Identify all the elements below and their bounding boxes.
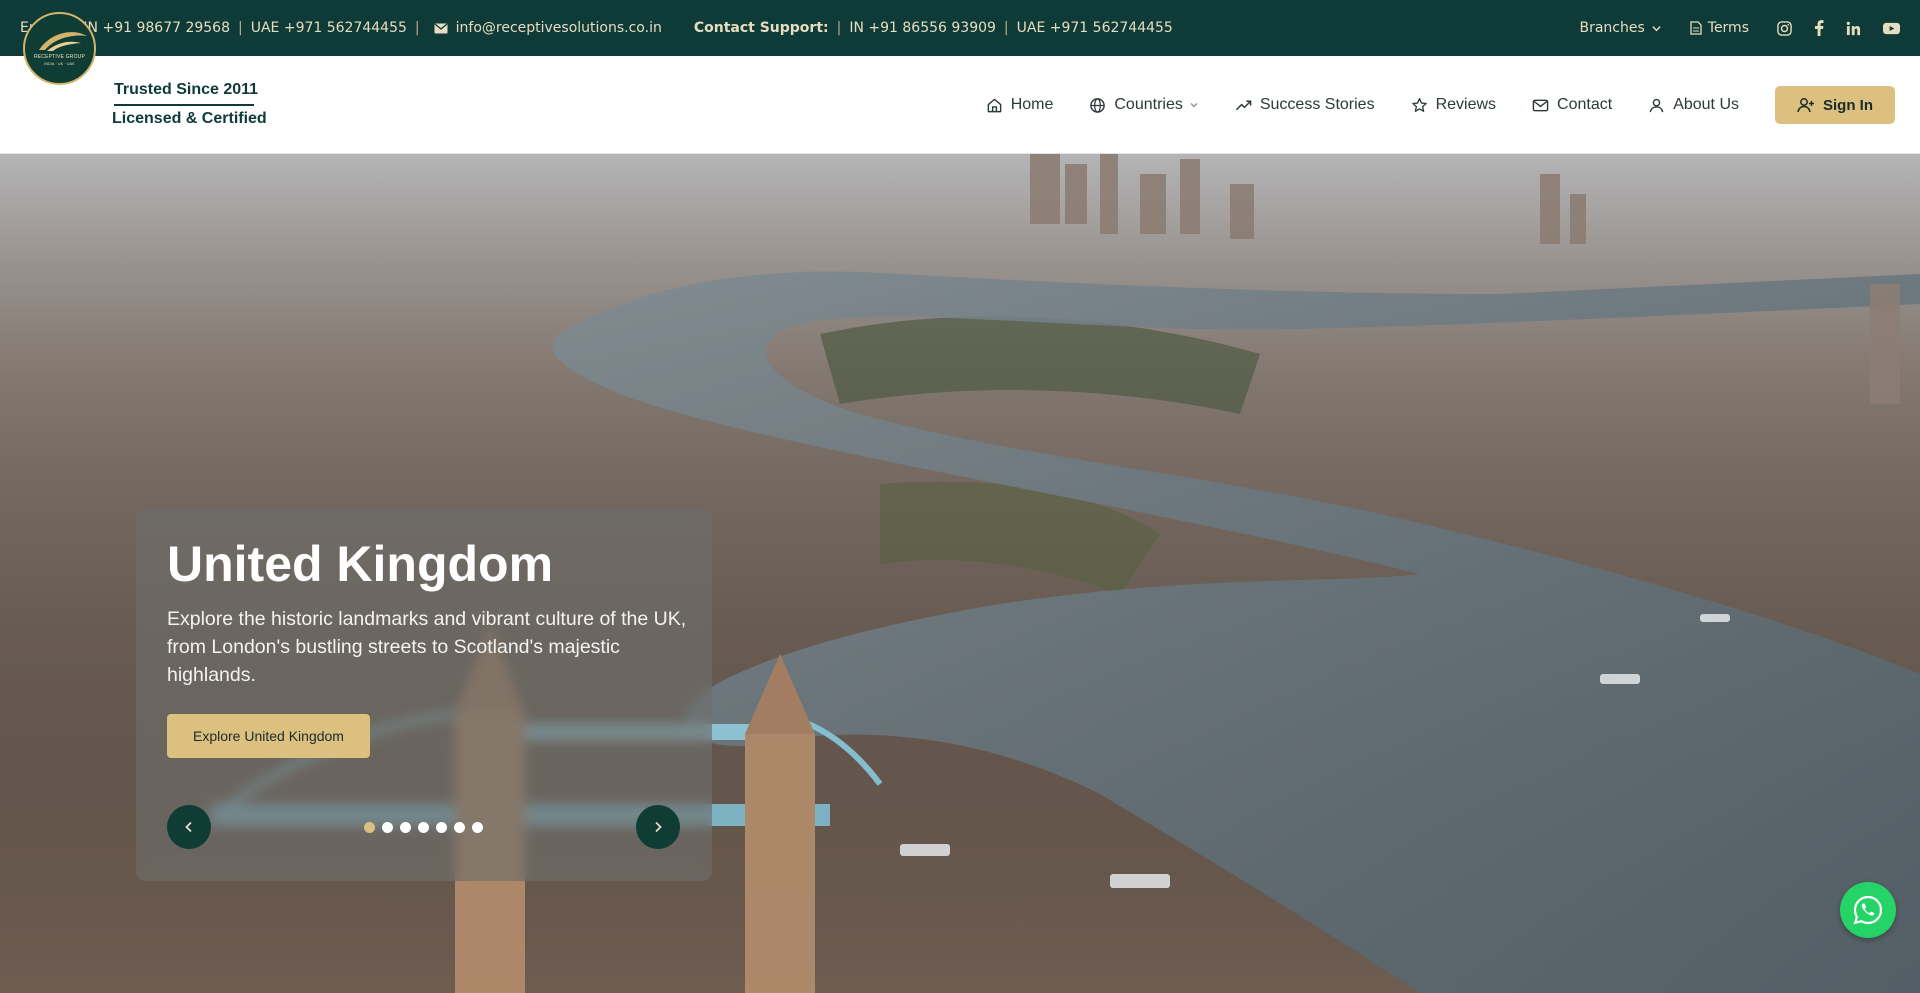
nav-reviews[interactable]: Reviews <box>1411 96 1496 114</box>
sign-in-label: Sign In <box>1823 96 1873 114</box>
star-icon <box>1411 97 1427 112</box>
support-label: Contact Support: <box>693 20 829 36</box>
carousel-dot[interactable] <box>364 822 375 833</box>
nav-home[interactable]: Home <box>986 96 1054 114</box>
facebook-icon[interactable] <box>1814 20 1824 36</box>
separator: | <box>238 20 243 36</box>
carousel-next-button[interactable] <box>636 805 680 849</box>
chevron-down-icon <box>1652 25 1661 31</box>
slide-description: Explore the historic landmarks and vibra… <box>167 608 687 686</box>
terms-link[interactable]: Terms <box>1690 20 1749 36</box>
carousel-dot[interactable] <box>436 822 447 833</box>
separator: | <box>836 20 842 36</box>
slide-title: United Kingdom <box>167 536 554 592</box>
terms-label: Terms <box>1707 20 1749 36</box>
youtube-icon[interactable] <box>1883 22 1900 35</box>
logo-subtext: INDIA · UK · UAE <box>44 62 75 66</box>
trust-divider <box>114 104 254 106</box>
sign-in-button[interactable]: Sign In <box>1775 86 1895 124</box>
whatsapp-chat-button[interactable] <box>1840 882 1896 938</box>
carousel-dot[interactable] <box>472 822 483 833</box>
user-plus-icon <box>1797 98 1814 113</box>
mail-icon <box>434 23 448 33</box>
support-phone-in[interactable]: IN +91 86556 93909 <box>849 20 996 36</box>
carousel-dots <box>364 822 483 833</box>
nav-countries-label: Countries <box>1114 96 1183 113</box>
email-text: info@receptivesolutions.co.in <box>455 20 662 36</box>
explore-button[interactable]: Explore United Kingdom <box>167 714 370 758</box>
instagram-icon[interactable] <box>1777 20 1792 36</box>
chevron-right-icon <box>655 821 662 833</box>
nav-contact-label: Contact <box>1557 96 1613 113</box>
linkedin-icon[interactable] <box>1846 21 1861 36</box>
support-phone-uae[interactable]: UAE +971 562744455 <box>1017 20 1173 36</box>
nav-about-label: About Us <box>1673 96 1739 113</box>
carousel-dot[interactable] <box>418 822 429 833</box>
trust-badge-line2: Licensed & Certified <box>112 110 267 127</box>
nav-contact[interactable]: Contact <box>1532 96 1612 114</box>
logo-text: RECEPTIVE GROUP <box>33 54 86 60</box>
home-icon <box>987 98 1002 112</box>
whatsapp-icon <box>1853 895 1883 925</box>
nav-about-us[interactable]: About Us <box>1648 96 1739 114</box>
chevron-left-icon <box>185 821 192 833</box>
nav-success-stories[interactable]: Success Stories <box>1235 96 1375 114</box>
branches-label: Branches <box>1579 20 1645 36</box>
enquiry-phone-in[interactable]: IN +91 98677 29568 <box>83 20 230 36</box>
nav-home-label: Home <box>1010 96 1054 113</box>
chevron-down-icon <box>1190 103 1198 108</box>
separator: | <box>1003 20 1009 36</box>
globe-icon <box>1090 97 1106 113</box>
carousel-dot[interactable] <box>382 822 393 833</box>
nav-reviews-label: Reviews <box>1435 96 1497 113</box>
carousel-prev-button[interactable] <box>167 805 211 849</box>
nav-countries[interactable]: Countries <box>1089 96 1198 114</box>
separator: | <box>414 20 420 36</box>
carousel-dot[interactable] <box>454 822 465 833</box>
trust-badge-line1: Trusted Since 2011 <box>114 81 259 98</box>
hero-section: United Kingdom Explore the historic land… <box>0 154 1920 993</box>
document-icon <box>1690 21 1702 35</box>
main-nav: Home Countries Success Stories Reviews C… <box>986 86 1895 124</box>
mail-icon <box>1532 99 1549 111</box>
nav-success-label: Success Stories <box>1259 96 1375 113</box>
carousel-dot[interactable] <box>400 822 411 833</box>
top-contact-bar: Enquiry IN +91 98677 29568 | UAE +971 56… <box>0 0 1920 56</box>
email-link[interactable]: info@receptivesolutions.co.in <box>434 20 662 36</box>
hero-slide-card: United Kingdom Explore the historic land… <box>136 509 712 881</box>
branches-dropdown[interactable]: Branches <box>1579 20 1661 36</box>
trending-up-icon <box>1235 99 1252 110</box>
enquiry-phone-uae[interactable]: UAE +971 562744455 <box>251 20 407 36</box>
company-logo[interactable]: RECEPTIVE GROUP INDIA · UK · UAE <box>23 12 96 85</box>
user-icon <box>1649 98 1664 112</box>
